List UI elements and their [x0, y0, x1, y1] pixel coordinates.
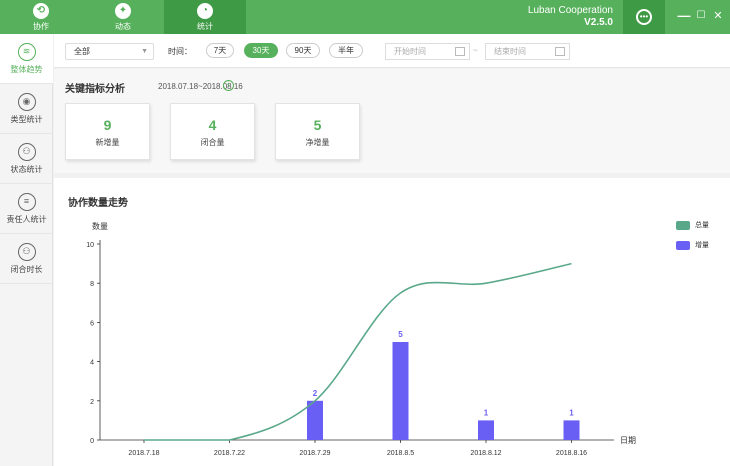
x-tick-label: 2018.7.22 — [214, 450, 245, 457]
trend-chart: 数量日期 0 2 4 6 8 10 2018.7.18 2018.7.22 2018.7.29 20… — [86, 221, 636, 457]
x-tick-label: 2018.8.16 — [556, 450, 587, 457]
legend-label: 增量 — [695, 242, 709, 249]
y-axis-label: 数量 — [92, 221, 108, 231]
bar — [563, 420, 580, 440]
y-tick-label: 6 — [90, 320, 94, 327]
legend-swatch — [676, 220, 690, 230]
bar-data-label: 5 — [398, 330, 403, 339]
collab-icon: ⟲ — [33, 2, 49, 19]
time-label: 时间： — [168, 47, 192, 56]
tab-label: 统计 — [197, 21, 213, 31]
y-tick-label: 0 — [90, 438, 94, 445]
kpi-label: 闭合量 — [200, 138, 225, 147]
legend-swatch — [676, 240, 690, 250]
activity-icon: ✦ — [115, 2, 131, 19]
stats-icon: ◔ — [197, 2, 213, 19]
chat-icon: ••• — [636, 9, 652, 25]
bar — [392, 342, 409, 440]
bar-data-label: 1 — [569, 408, 574, 417]
calendar-icon[interactable] — [555, 47, 565, 56]
range-half-year-button[interactable]: 半年 — [329, 43, 363, 58]
y-tick-label: 4 — [90, 360, 94, 367]
sidebar-item-label: 状态统计 — [10, 164, 43, 174]
bar — [478, 420, 494, 440]
legend-item-increment[interactable]: 增量 — [676, 240, 709, 250]
kpi-value: 9 — [103, 117, 112, 133]
tab-stats[interactable]: ◔ 统计 — [164, 0, 246, 34]
tab-activity[interactable]: ✦ 动态 — [82, 0, 164, 34]
clock-icon: ⚇ — [17, 242, 36, 261]
chevron-down-icon: ▼ — [141, 48, 148, 55]
sidebar-item-trend[interactable]: ≋ 整体趋势 — [0, 34, 53, 84]
range-30d-button[interactable]: 30天 — [244, 43, 278, 58]
kpi-title: 关键指标分析 — [65, 84, 125, 95]
bar — [307, 400, 323, 440]
bar-data-label: 1 — [484, 408, 489, 417]
x-tick-label: 2018.8.12 — [470, 450, 501, 457]
sidebar-item-label: 类型统计 — [10, 114, 43, 124]
x-tick-label: 2018.8.5 — [387, 450, 414, 457]
sidebar: ≋ 整体趋势 ◉ 类型统计 ⚇ 状态统计 ≡ 责任人统计 ⚇ 闭合时长 — [0, 34, 53, 466]
sidebar-item-label: 责任人统计 — [6, 214, 47, 224]
app-version: V2.5.0 — [584, 17, 613, 28]
kpi-card-new: 9 新增量 — [65, 103, 150, 160]
kpi-label: 净增量 — [305, 138, 330, 147]
x-tick-label: 2018.7.29 — [299, 450, 330, 457]
end-date-placeholder: 结束时间 — [494, 47, 526, 56]
legend-label: 总量 — [695, 222, 709, 229]
x-axis-label: 日期 — [620, 436, 636, 445]
y-tick-label: 8 — [90, 281, 94, 288]
person-icon: ≡ — [17, 192, 36, 211]
range-90d-button[interactable]: 90天 — [286, 43, 320, 58]
kpi-value: 4 — [208, 117, 217, 133]
sidebar-item-label: 整体趋势 — [10, 64, 43, 74]
kpi-panel: 关键指标分析 2018.07.18~2018.08.16 i 9 新增量 4 闭… — [54, 69, 730, 173]
type-icon: ◉ — [17, 92, 36, 111]
kpi-label: 新增量 — [95, 138, 120, 147]
y-tick-label: 10 — [86, 242, 94, 249]
chart-title: 协作数量走势 — [68, 198, 128, 209]
kpi-card-closed: 4 闭合量 — [170, 103, 255, 160]
trend-icon: ≋ — [17, 42, 36, 61]
minimize-button[interactable]: — — [677, 8, 691, 24]
total-series-line — [144, 262, 572, 441]
start-date-input[interactable]: 开始时间 — [385, 43, 470, 60]
status-icon: ⚇ — [17, 142, 36, 161]
filter-bar: 全部 ▼ 时间： 7天 30天 90天 半年 开始时间 ~ 结束时间 — [54, 34, 730, 68]
tab-collab[interactable]: ⟲ 协作 — [0, 0, 82, 34]
brand: Luban Cooperation V2.5.0 — [528, 5, 613, 29]
sidebar-item-label: 闭合时长 — [10, 264, 43, 274]
start-date-placeholder: 开始时间 — [394, 47, 426, 56]
top-bar: ⟲ 协作 ✦ 动态 ◔ 统计 Luban Cooperation V2.5.0 … — [0, 0, 730, 34]
range-7d-button[interactable]: 7天 — [206, 43, 234, 58]
sidebar-item-person[interactable]: ≡ 责任人统计 — [0, 184, 53, 234]
category-select-value: 全部 — [74, 47, 90, 56]
tab-label: 动态 — [115, 21, 131, 31]
y-tick-label: 2 — [90, 399, 94, 406]
kpi-card-net: 5 净增量 — [275, 103, 360, 160]
sidebar-item-type[interactable]: ◉ 类型统计 — [0, 84, 53, 134]
bar-data-label: 2 — [313, 389, 318, 398]
chart-panel: 数量日期 0 2 4 6 8 10 2018.7.18 2018.7.22 2018.7.29 20… — [54, 178, 730, 466]
close-button[interactable]: ✕ — [711, 8, 725, 24]
end-date-input[interactable]: 结束时间 — [485, 43, 570, 60]
tab-label: 协作 — [33, 21, 49, 31]
app-name: Luban Cooperation — [527, 5, 613, 16]
info-icon[interactable]: i — [223, 80, 234, 91]
maximize-button[interactable]: ☐ — [694, 8, 708, 24]
sidebar-item-status[interactable]: ⚇ 状态统计 — [0, 134, 53, 184]
chat-button[interactable]: ••• — [623, 0, 665, 34]
sidebar-item-duration[interactable]: ⚇ 闭合时长 — [0, 234, 53, 284]
kpi-value: 5 — [313, 117, 322, 133]
date-separator: ~ — [473, 46, 478, 55]
calendar-icon[interactable] — [455, 47, 465, 56]
x-tick-label: 2018.7.18 — [128, 450, 159, 457]
category-select[interactable]: 全部 ▼ — [65, 43, 154, 60]
legend-item-total[interactable]: 总量 — [676, 220, 709, 230]
